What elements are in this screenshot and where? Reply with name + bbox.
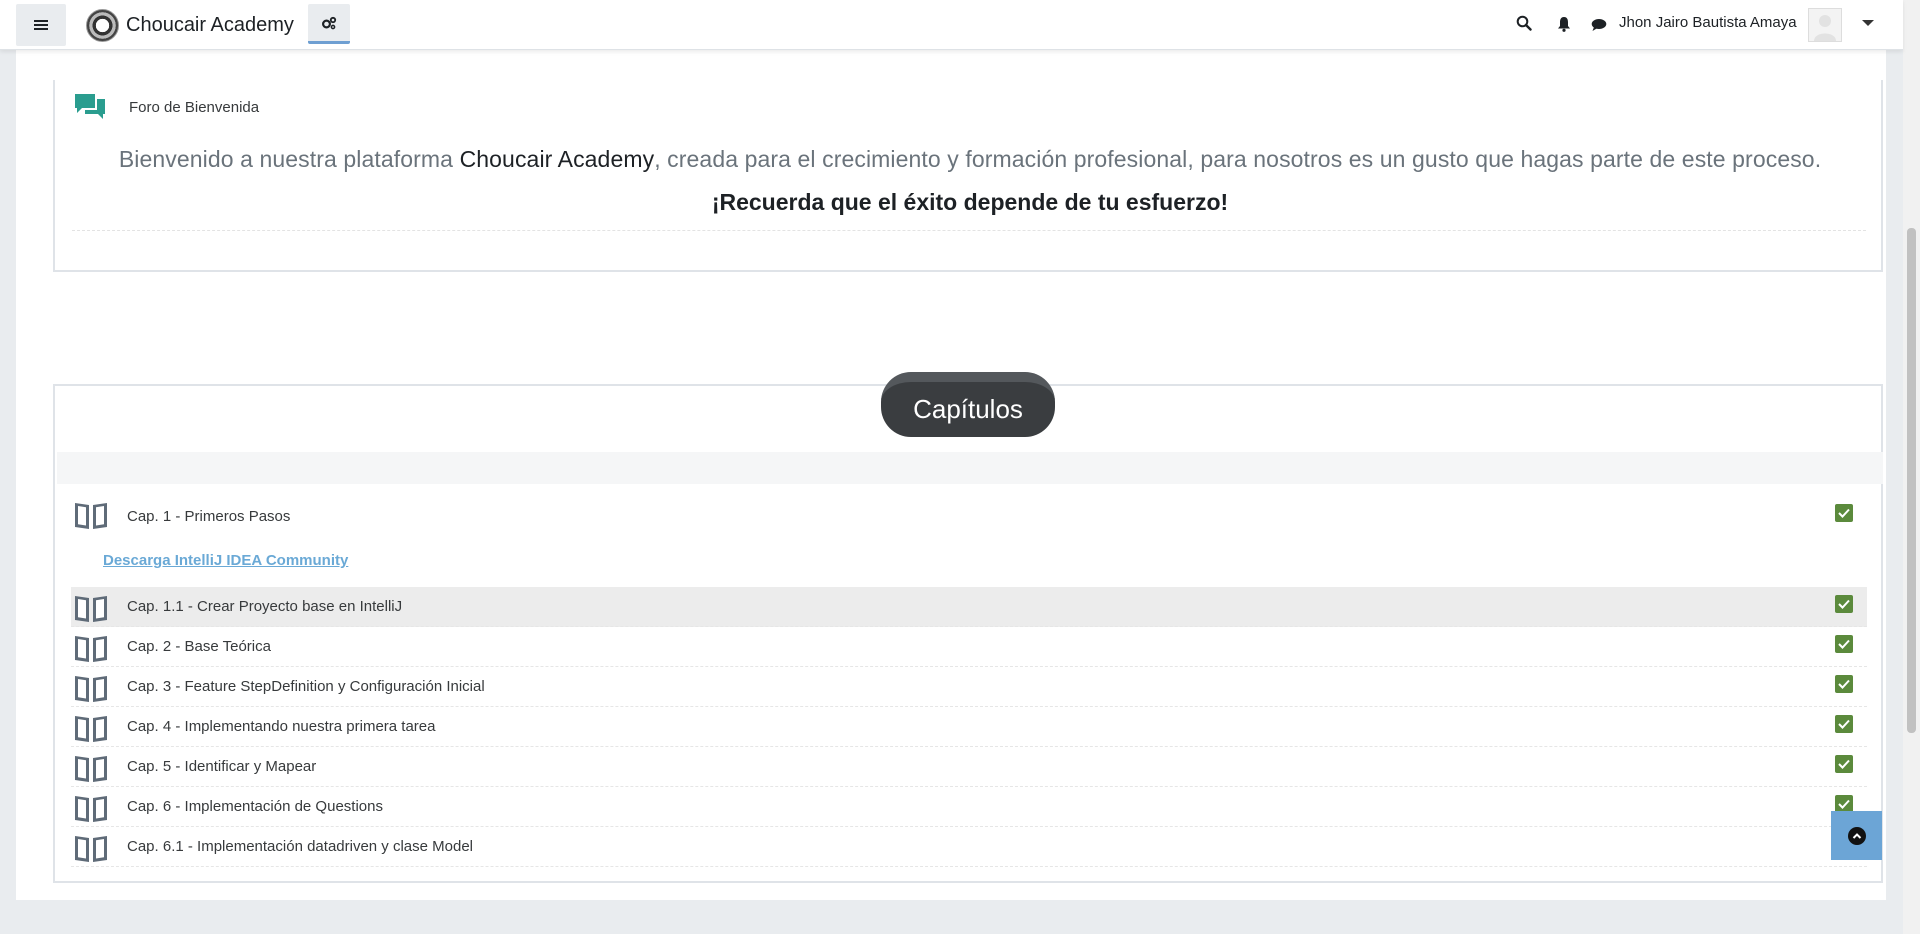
divider (72, 230, 1866, 231)
book-icon (75, 796, 107, 822)
completion-check-icon[interactable] (1835, 595, 1853, 613)
page-scrollbar[interactable] (1903, 0, 1920, 934)
list-item[interactable]: Cap. 5 - Identificar y Mapear (71, 747, 1867, 787)
list-item[interactable]: Cap. 6 - Implementación de Questions (71, 787, 1867, 827)
user-menu-caret-icon[interactable] (1862, 20, 1874, 26)
completion-check-icon[interactable] (1835, 635, 1853, 653)
activity-link[interactable]: Cap. 4 - Implementando nuestra primera t… (127, 718, 436, 735)
page-footer-strip (0, 900, 1903, 934)
list-item[interactable]: Cap. 3 - Feature StepDefinition y Config… (71, 667, 1867, 707)
activity-link[interactable]: Cap. 6.1 - Implementación datadriven y c… (127, 838, 473, 855)
welcome-text-end: , creada para el crecimiento y formación… (654, 146, 1822, 172)
download-intellij-link[interactable]: Descarga IntelliJ IDEA Community (103, 552, 348, 569)
book-icon (75, 836, 107, 862)
welcome-section: Foro de Bienvenida Bienvenido a nuestra … (53, 80, 1883, 272)
top-navbar: Choucair Academy Jhon Jairo Bautista Ama… (0, 0, 1903, 50)
welcome-motto: ¡Recuerda que el éxito depende de tu esf… (711, 189, 1229, 215)
book-icon (75, 636, 107, 662)
forum-link-welcome[interactable]: Foro de Bienvenida (129, 99, 259, 116)
chat-icon[interactable] (1591, 18, 1607, 32)
completion-check-icon[interactable] (1835, 715, 1853, 733)
menu-toggle-button[interactable] (16, 4, 66, 46)
book-icon (75, 676, 107, 702)
book-icon (75, 756, 107, 782)
welcome-text-start: Bienvenido a nuestra plataforma (118, 146, 460, 172)
site-name: Choucair Academy (126, 13, 294, 36)
list-item[interactable]: Cap. 4 - Implementando nuestra primera t… (71, 707, 1867, 747)
hamburger-icon (34, 19, 48, 31)
book-icon (75, 716, 107, 742)
chapters-section: Cap. 1 - Primeros Pasos Descarga Intelli… (53, 384, 1883, 883)
completion-check-icon[interactable] (1835, 675, 1853, 693)
section-title-chapters: Capítulos (881, 372, 1055, 437)
activity-link[interactable]: Cap. 2 - Base Teórica (127, 638, 271, 655)
book-icon (75, 596, 107, 622)
site-brand[interactable]: Choucair Academy (86, 8, 294, 42)
activity-link[interactable]: Cap. 1.1 - Crear Proyecto base en Intell… (127, 598, 402, 615)
activity-link[interactable]: Cap. 6 - Implementación de Questions (127, 798, 383, 815)
list-item[interactable]: Cap. 1.1 - Crear Proyecto base en Intell… (71, 587, 1867, 627)
scrollbar-thumb[interactable] (1907, 228, 1916, 733)
chevron-up-icon (1847, 826, 1866, 845)
bell-icon[interactable] (1557, 16, 1571, 32)
welcome-text-brand: Choucair Academy (459, 146, 655, 172)
settings-button[interactable] (308, 4, 350, 44)
list-item[interactable]: Cap. 1 - Primeros Pasos (71, 494, 1867, 540)
user-menu-name[interactable]: Jhon Jairo Bautista Amaya (1619, 14, 1797, 31)
list-item[interactable]: Cap. 2 - Base Teórica (71, 627, 1867, 667)
search-icon[interactable] (1516, 15, 1532, 31)
gears-icon (321, 16, 337, 29)
back-to-top-button[interactable] (1831, 811, 1882, 860)
activity-link[interactable]: Cap. 5 - Identificar y Mapear (127, 758, 316, 775)
forum-icon (75, 94, 105, 119)
book-icon (75, 503, 107, 529)
activity-link[interactable]: Cap. 3 - Feature StepDefinition y Config… (127, 678, 485, 695)
completion-check-icon[interactable] (1835, 504, 1853, 522)
download-link-row: Descarga IntelliJ IDEA Community (71, 540, 1867, 587)
section-header-band (57, 452, 1883, 484)
site-logo (86, 8, 119, 42)
activity-link[interactable]: Cap. 1 - Primeros Pasos (127, 508, 290, 525)
avatar[interactable] (1808, 8, 1842, 42)
completion-check-icon[interactable] (1835, 755, 1853, 773)
welcome-message: Bienvenido a nuestra plataforma Choucair… (55, 146, 1885, 173)
list-item[interactable]: Cap. 6.1 - Implementación datadriven y c… (71, 827, 1867, 867)
page-content: Foro de Bienvenida Bienvenido a nuestra … (16, 50, 1886, 900)
chapter-list: Cap. 1 - Primeros Pasos Descarga Intelli… (71, 494, 1867, 867)
user-avatar-icon (1809, 9, 1841, 41)
